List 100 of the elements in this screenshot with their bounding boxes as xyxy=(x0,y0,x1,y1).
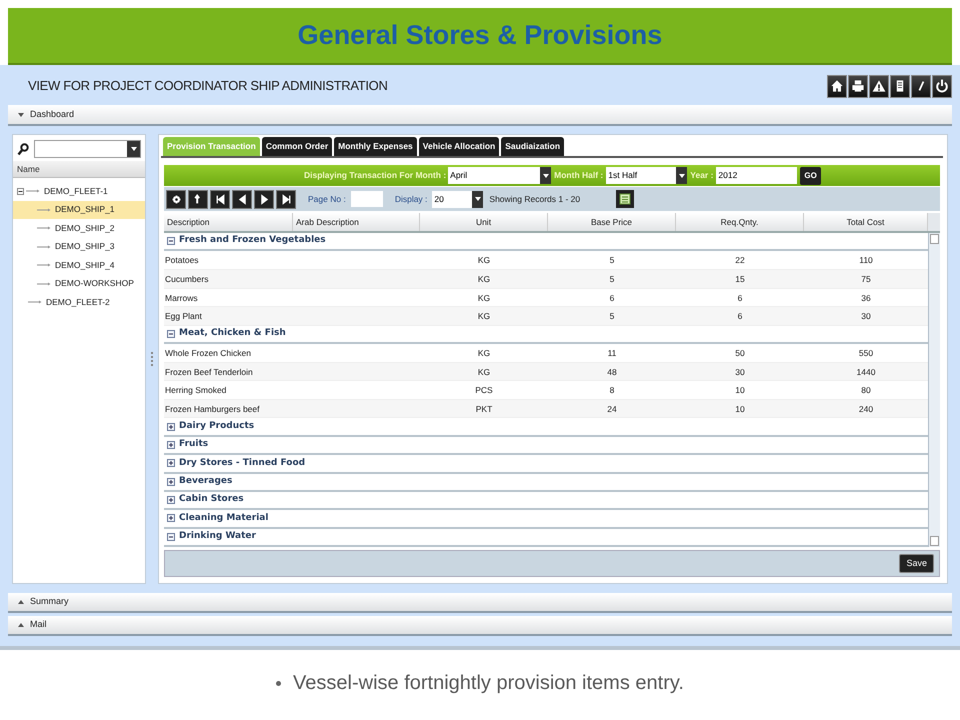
previous-button[interactable] xyxy=(232,190,252,208)
table-cell: 110 xyxy=(859,255,873,266)
collapse-icon[interactable] xyxy=(167,532,175,541)
column-header[interactable]: Base Price xyxy=(548,213,676,231)
dropdown-icon xyxy=(130,147,136,151)
expand-icon[interactable] xyxy=(167,422,175,431)
dropdown-icon xyxy=(474,197,481,201)
settings-button[interactable] xyxy=(166,190,186,208)
table-cell: 30 xyxy=(735,366,745,377)
group-row[interactable]: Cleaning Material xyxy=(164,510,928,529)
page-field[interactable] xyxy=(350,191,383,207)
table-cell: Whole Frozen Chicken xyxy=(165,348,251,358)
tree-item[interactable]: DEMO_SHIP_3 xyxy=(13,238,145,256)
group-row[interactable]: Dairy Products xyxy=(164,418,928,437)
tree-item[interactable]: DEMO_SHIP_1 xyxy=(13,200,145,219)
group-row[interactable]: Beverages xyxy=(164,474,928,492)
table-cell: Cucumbers xyxy=(165,274,208,284)
search-combo[interactable] xyxy=(34,140,141,158)
table-cell: 6 xyxy=(610,292,614,303)
table-cell: 30 xyxy=(861,311,871,322)
group-row[interactable]: Fruits xyxy=(164,436,928,456)
tree-item[interactable]: DEMO_FLEET-2 xyxy=(13,293,145,312)
dashboard-bar[interactable]: Dashboard xyxy=(8,105,952,126)
table-cell: 5 xyxy=(610,274,614,284)
tree-item[interactable]: DEMO_SHIP_4 xyxy=(13,256,145,274)
table-cell: KG xyxy=(478,274,490,284)
collapsible-panel-bar[interactable]: Mail xyxy=(8,616,952,636)
tab[interactable]: Saudiaization xyxy=(501,137,564,156)
group-row[interactable]: Meat, Chicken & Fish xyxy=(164,326,928,344)
group-row[interactable]: Fresh and Frozen Vegetables xyxy=(164,233,928,252)
column-header: Name xyxy=(17,162,40,176)
warning-button[interactable] xyxy=(869,74,889,98)
table-cell: PKT xyxy=(476,404,492,414)
group-row[interactable]: Drinking Water xyxy=(164,528,928,547)
power-button[interactable] xyxy=(932,74,952,98)
tab[interactable]: Vehicle Allocation xyxy=(418,137,500,156)
connector-icon xyxy=(37,226,51,230)
field-label: Year : xyxy=(690,169,714,182)
column-header[interactable]: Arab Description xyxy=(293,213,420,231)
table-cell: Herring Smoked xyxy=(165,385,226,396)
dropdown-field[interactable]: 20 xyxy=(432,190,484,208)
spreadsheet-icon xyxy=(619,193,632,205)
collapse-icon[interactable] xyxy=(17,188,24,195)
table-cell: Egg Plant xyxy=(165,311,202,322)
save-button[interactable]: Save xyxy=(899,554,934,573)
expand-icon[interactable] xyxy=(167,496,175,504)
dropdown-field[interactable]: 1st Half xyxy=(606,167,688,184)
tree-item[interactable]: DEMO_SHIP_2 xyxy=(13,219,145,238)
group-row[interactable]: Dry Stores - Tinned Food xyxy=(164,455,928,474)
year-field[interactable]: 2012 xyxy=(716,167,798,184)
table-cell: 240 xyxy=(858,404,874,414)
table-cell: 80 xyxy=(861,385,871,396)
tab[interactable]: Monthly Expenses xyxy=(334,137,417,156)
bullet-icon xyxy=(276,680,282,686)
go-button[interactable]: GO xyxy=(800,166,821,184)
tree-item[interactable]: DEMO_FLEET-1 xyxy=(13,182,145,200)
table-cell: Frozen Hamburgers beef xyxy=(165,404,260,414)
table-cell: 8 xyxy=(610,385,614,396)
view-title: VIEW FOR PROJECT COORDINATOR SHIP ADMINISTRATION xyxy=(28,77,388,96)
table-cell: 50 xyxy=(735,348,745,358)
export-button[interactable] xyxy=(616,190,634,208)
table-cell: 5 xyxy=(610,255,614,266)
home-button[interactable] xyxy=(827,74,847,98)
table-cell: 10 xyxy=(735,385,745,396)
field-label: Display : xyxy=(394,192,428,206)
tree-item[interactable]: DEMO-WORKSHOP xyxy=(13,274,145,293)
column-header[interactable]: Description xyxy=(164,213,293,231)
connector-icon xyxy=(26,189,40,194)
table-cell: 11 xyxy=(608,348,616,358)
home-icon xyxy=(829,78,845,94)
settings-icon xyxy=(170,192,182,206)
collapsible-panel-bar[interactable]: Summary xyxy=(8,593,952,613)
last-page-button[interactable] xyxy=(276,190,296,208)
panel-label: Dashboard xyxy=(30,108,74,121)
expand-icon[interactable] xyxy=(167,459,175,468)
column-header[interactable]: Unit xyxy=(420,213,548,231)
scrollbar[interactable] xyxy=(928,233,940,547)
panel-label: Summary xyxy=(30,595,69,608)
pencil-button[interactable] xyxy=(911,74,931,98)
next-button[interactable] xyxy=(254,190,274,208)
tab[interactable]: Common Order xyxy=(262,137,332,156)
dropdown-field[interactable]: April xyxy=(448,167,552,184)
column-header[interactable]: Req.Qnty. xyxy=(676,213,804,231)
column-header[interactable]: Total Cost xyxy=(804,213,928,231)
first-page-button[interactable] xyxy=(210,190,230,208)
slide-title: General Stores & Provisions xyxy=(298,19,662,52)
table-cell: KG xyxy=(478,255,490,266)
search-icon xyxy=(17,142,29,156)
collapse-icon[interactable] xyxy=(167,330,175,338)
expand-icon[interactable] xyxy=(167,514,175,522)
expand-icon[interactable] xyxy=(167,478,175,486)
field-label: Page No : xyxy=(308,192,346,206)
table-cell: KG xyxy=(478,292,490,303)
up-arrow-button[interactable] xyxy=(188,190,208,208)
expand-icon[interactable] xyxy=(167,441,175,449)
printer-button[interactable] xyxy=(848,74,868,98)
table-cell: 5 xyxy=(610,311,614,322)
group-row[interactable]: Cabin Stores xyxy=(164,492,928,510)
document-button[interactable] xyxy=(890,74,910,98)
collapse-icon[interactable] xyxy=(167,237,175,246)
